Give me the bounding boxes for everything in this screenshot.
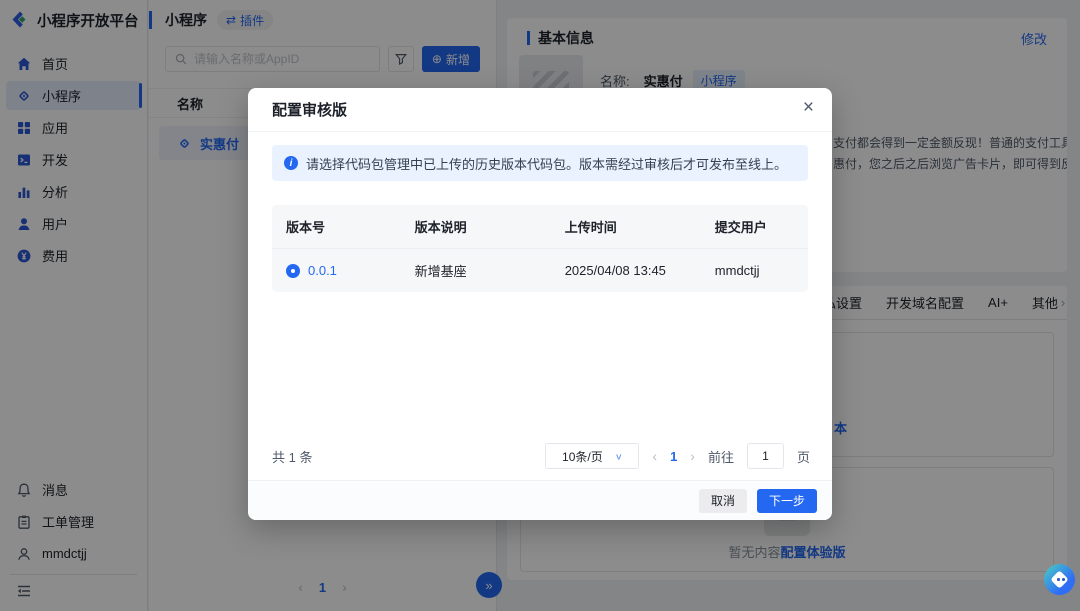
modal-footer: 取消 下一步 xyxy=(248,480,832,520)
upload-time: 2025/04/08 13:45 xyxy=(551,263,701,278)
table-header-row: 版本号 版本说明 上传时间 提交用户 xyxy=(272,205,808,249)
page-size-value: 10条/页 xyxy=(562,448,603,465)
assistant-chat-button[interactable] xyxy=(1044,564,1075,595)
version-table: 版本号 版本说明 上传时间 提交用户 0.0.1 新增基座 2025/04/08… xyxy=(272,205,808,292)
modal-title: 配置审核版 xyxy=(272,99,347,120)
goto-page-input[interactable] xyxy=(747,443,784,469)
goto-label: 前往 xyxy=(708,447,734,466)
table-row[interactable]: 0.0.1 新增基座 2025/04/08 13:45 mmdctjj xyxy=(272,249,808,292)
column-upload-time: 上传时间 xyxy=(551,217,701,236)
pagination-controls: 10条/页 ∨ ‹ 1 › 前往 页 xyxy=(545,443,810,469)
column-version: 版本号 xyxy=(272,217,401,236)
info-banner-text: 请选择代码包管理中已上传的历史版本代码包。版本需经过审核后才可发布至线上。 xyxy=(306,154,787,173)
total-count: 共 1 条 xyxy=(272,447,312,466)
prev-page-icon[interactable]: ‹ xyxy=(652,448,657,464)
page-unit-label: 页 xyxy=(797,447,810,466)
info-banner: i 请选择代码包管理中已上传的历史版本代码包。版本需经过审核后才可发布至线上。 xyxy=(272,145,808,181)
next-step-button[interactable]: 下一步 xyxy=(757,489,817,513)
next-page-icon[interactable]: › xyxy=(690,448,695,464)
app-screen: 小程序开放平台 首页 小程序 应用 开发 分析 xyxy=(0,0,1080,611)
column-description: 版本说明 xyxy=(401,217,551,236)
info-icon: i xyxy=(284,156,298,170)
chevron-down-icon: ∨ xyxy=(615,451,623,461)
modal-header: 配置审核版 × xyxy=(248,88,832,132)
current-page[interactable]: 1 xyxy=(670,449,677,464)
version-value: 0.0.1 xyxy=(308,263,337,278)
column-submitter: 提交用户 xyxy=(701,217,808,236)
submitter: mmdctjj xyxy=(701,263,808,278)
version-radio-selected[interactable] xyxy=(286,264,300,278)
modal-pagination: 共 1 条 10条/页 ∨ ‹ 1 › 前往 页 xyxy=(272,443,810,469)
cancel-button[interactable]: 取消 xyxy=(699,489,747,513)
page-size-select[interactable]: 10条/页 ∨ xyxy=(545,443,639,469)
version-description: 新增基座 xyxy=(401,261,551,280)
configure-review-modal: 配置审核版 × i 请选择代码包管理中已上传的历史版本代码包。版本需经过审核后才… xyxy=(248,88,832,520)
close-icon[interactable]: × xyxy=(803,98,814,117)
